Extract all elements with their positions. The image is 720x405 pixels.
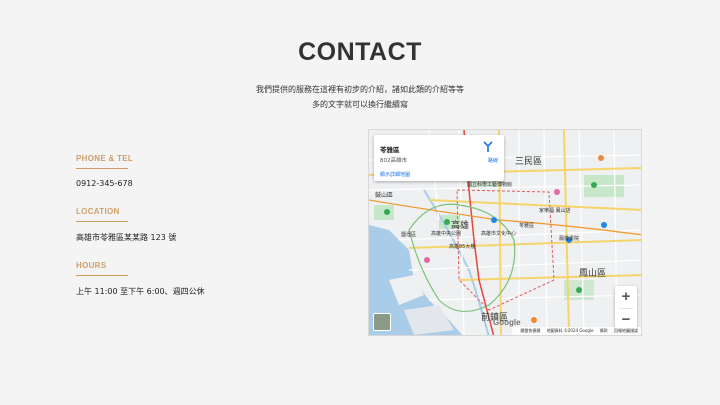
phone-heading: PHONE & TEL — [76, 154, 134, 163]
hours-block: HOURS 上午 11:00 至下午 6:00、週四公休 — [76, 261, 205, 297]
label-carrefour: 家樂福 鳳山店 — [539, 208, 571, 214]
page-title: CONTACT — [298, 38, 422, 66]
intro-line-2: 多的文字就可以換行繼續寫 — [312, 100, 408, 109]
label-central-park: 高雄中央公園 — [431, 231, 462, 237]
satellite-toggle[interactable] — [373, 313, 391, 331]
hours-divider — [76, 275, 128, 276]
label-museum: 國立科學工藝博物館 — [467, 182, 513, 188]
label-ruins: 鳳儀書院 — [559, 236, 580, 242]
label-tower: 高雄85大樓 — [449, 244, 476, 250]
label-gushan: 鼓山區 — [375, 192, 394, 199]
view-larger-map-link[interactable]: 顯示詳細地圖 — [380, 171, 410, 178]
hours-value: 上午 11:00 至下午 6:00、週四公休 — [76, 287, 205, 296]
location-block: LOCATION 高雄市苓雅區某某路 123 號 — [76, 207, 176, 243]
intro-line-1: 我們提供的服務在這裡有初步的介紹，諸如此類的介紹等等 — [256, 85, 464, 94]
map-data-text: 地圖資料 ©2024 Google — [546, 328, 594, 333]
directions-label[interactable]: 路線 — [488, 157, 498, 164]
place-name: 苓雅區 — [380, 146, 400, 154]
intro-text: 我們提供的服務在這裡有初步的介紹，諸如此類的介紹等等 多的文字就可以換行繼續寫 — [0, 82, 720, 112]
label-fengshan: 鳳山區 — [579, 269, 607, 279]
report-error-link[interactable]: 回報地圖錯誤 — [614, 328, 638, 333]
label-sanmin: 三民區 — [515, 157, 543, 167]
hours-heading: HOURS — [76, 261, 107, 270]
phone-value[interactable]: 0912-345-678 — [76, 179, 133, 188]
zoom-controls: + − — [615, 286, 637, 330]
google-logo: Google — [493, 318, 521, 327]
location-value: 高雄市苓雅區某某路 123 號 — [76, 233, 177, 242]
label-yanchang: 鹽埕區 — [401, 232, 417, 238]
location-heading: LOCATION — [76, 207, 120, 216]
place-address: 802高雄市 — [380, 158, 407, 164]
google-map[interactable]: 三民區 鼓山區 高雄 鳳山區 前鎮區 苓雅區 鹽埕區 國立科學工藝博物館 高雄中… — [368, 129, 642, 336]
place-card: 苓雅區 802高雄市 顯示詳細地圖 路線 — [374, 135, 504, 181]
label-culture-center: 高雄市文化中心 — [481, 231, 517, 237]
label-lingya: 苓雅區 — [519, 223, 535, 229]
location-divider — [76, 221, 128, 222]
terms-link[interactable]: 條款 — [600, 328, 608, 333]
phone-divider — [76, 168, 128, 169]
map-attribution: 鍵盤快捷鍵 地圖資料 ©2024 Google 條款 回報地圖錯誤 — [512, 327, 641, 335]
phone-block: PHONE & TEL 0912-345-678 — [76, 154, 133, 188]
zoom-in-button[interactable]: + — [615, 286, 637, 308]
keyboard-shortcuts-link[interactable]: 鍵盤快捷鍵 — [520, 328, 540, 333]
